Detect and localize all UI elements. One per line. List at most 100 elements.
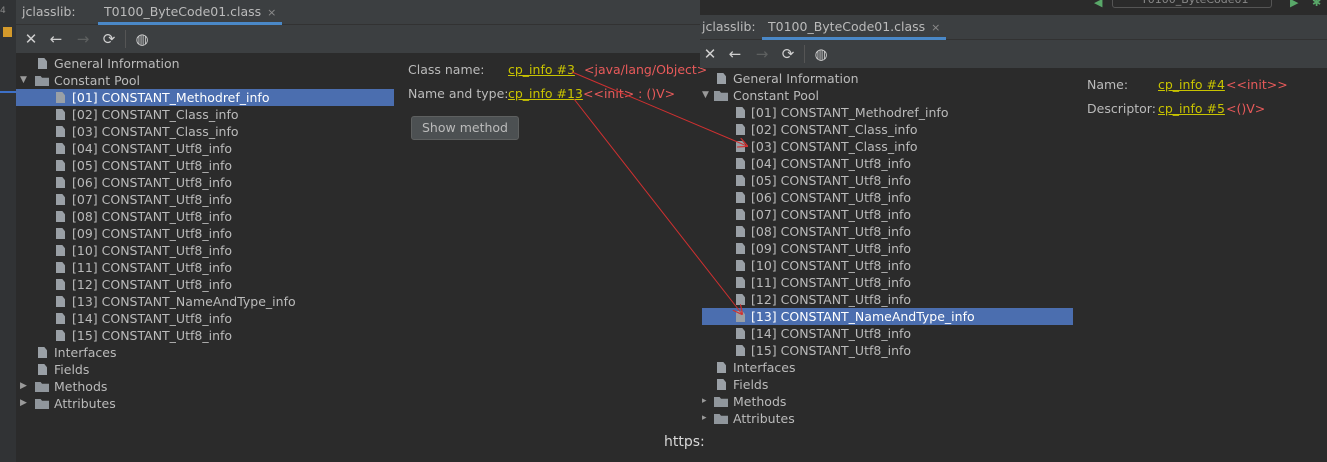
close-icon[interactable]: ✕ — [702, 46, 718, 62]
tree-item-constant-pool-2[interactable]: [02] CONSTANT_Class_info — [16, 106, 396, 123]
folder-icon — [35, 76, 49, 86]
tree-item-label: Constant Pool — [54, 73, 141, 88]
tree-item-constant-pool-12[interactable]: [12] CONSTANT_Utf8_info — [700, 291, 1073, 308]
tree-fields[interactable]: Fields — [16, 361, 396, 378]
tree-item-constant-pool-15[interactable]: [15] CONSTANT_Utf8_info — [16, 327, 396, 344]
tree-item-constant-pool-10[interactable]: [10] CONSTANT_Utf8_info — [700, 257, 1073, 274]
tree-item-constant-pool-3[interactable]: [03] CONSTANT_Class_info — [16, 123, 396, 140]
tree-item-label: [06] CONSTANT_Utf8_info — [72, 175, 233, 190]
folder-icon — [714, 414, 728, 424]
expand-arrow-icon[interactable]: ▼ — [20, 72, 30, 89]
debug-icon[interactable]: ✱ — [1312, 0, 1321, 9]
tree-methods[interactable]: ▶ Methods — [16, 378, 396, 395]
tree-fields[interactable]: Fields — [700, 376, 1073, 393]
tree-item-constant-pool-13[interactable]: [13] CONSTANT_NameAndType_info — [702, 308, 1073, 325]
back-arrow-icon[interactable]: ← — [727, 46, 743, 62]
left-tab-bar: jclasslib: T0100_ByteCode01.class × — [16, 0, 700, 25]
tree-item-label: [04] CONSTANT_Utf8_info — [751, 156, 912, 171]
tree-item-label: [14] CONSTANT_Utf8_info — [751, 326, 912, 341]
web-icon[interactable]: ◍ — [134, 31, 150, 47]
tree-attributes[interactable]: ▶ Attributes — [16, 395, 396, 412]
close-tab-icon[interactable]: × — [931, 21, 940, 34]
file-icon — [717, 362, 726, 373]
file-icon — [736, 243, 745, 254]
refresh-icon[interactable]: ⟳ — [101, 31, 117, 47]
tree-item-constant-pool-7[interactable]: [07] CONSTANT_Utf8_info — [16, 191, 396, 208]
file-icon — [38, 364, 47, 375]
tree-item-constant-pool-4[interactable]: [04] CONSTANT_Utf8_info — [16, 140, 396, 157]
tree-item-constant-pool-3[interactable]: [03] CONSTANT_Class_info — [700, 138, 1073, 155]
file-icon — [736, 311, 745, 322]
tree-item-constant-pool-1[interactable]: [01] CONSTANT_Methodref_info — [16, 89, 394, 106]
folder-icon — [35, 399, 49, 409]
tree-item-constant-pool-1[interactable]: [01] CONSTANT_Methodref_info — [700, 104, 1073, 121]
file-icon — [736, 277, 745, 288]
tree-item-constant-pool-11[interactable]: [11] CONSTANT_Utf8_info — [700, 274, 1073, 291]
tree-constant-pool[interactable]: ▼ Constant Pool — [16, 72, 396, 89]
tree-item-constant-pool-12[interactable]: [12] CONSTANT_Utf8_info — [16, 276, 396, 293]
tree-item-constant-pool-10[interactable]: [10] CONSTANT_Utf8_info — [16, 242, 396, 259]
run-configuration-select[interactable]: T0100_ByteCode01 — [1112, 0, 1272, 8]
file-icon — [56, 245, 65, 256]
tree-item-label: [10] CONSTANT_Utf8_info — [751, 258, 912, 273]
tree-item-constant-pool-6[interactable]: [06] CONSTANT_Utf8_info — [700, 189, 1073, 206]
tree-item-label: [14] CONSTANT_Utf8_info — [72, 311, 233, 326]
tree-item-label: [12] CONSTANT_Utf8_info — [751, 292, 912, 307]
left-file-tab[interactable]: T0100_ByteCode01.class × — [98, 0, 283, 25]
right-file-tab[interactable]: T0100_ByteCode01.class × — [762, 15, 947, 40]
tree-item-constant-pool-11[interactable]: [11] CONSTANT_Utf8_info — [16, 259, 396, 276]
tree-item-constant-pool-8[interactable]: [08] CONSTANT_Utf8_info — [700, 223, 1073, 240]
tree-interfaces[interactable]: Interfaces — [16, 344, 396, 361]
folder-icon — [714, 397, 728, 407]
tree-item-constant-pool-4[interactable]: [04] CONSTANT_Utf8_info — [700, 155, 1073, 172]
tree-item-label: Attributes — [733, 411, 795, 426]
descriptor-link[interactable]: cp_info #5 — [1158, 101, 1225, 116]
tree-item-constant-pool-14[interactable]: [14] CONSTANT_Utf8_info — [16, 310, 396, 327]
tree-item-constant-pool-9[interactable]: [09] CONSTANT_Utf8_info — [700, 240, 1073, 257]
tree-item-label: [02] CONSTANT_Class_info — [751, 122, 918, 137]
forward-arrow-icon[interactable]: → — [75, 31, 91, 47]
collapse-arrow-icon[interactable]: ▶ — [20, 395, 30, 412]
close-tab-icon[interactable]: × — [267, 6, 276, 19]
tree-general-information[interactable]: General Information — [700, 70, 1073, 87]
tree-item-constant-pool-5[interactable]: [05] CONSTANT_Utf8_info — [16, 157, 396, 174]
tree-item-constant-pool-2[interactable]: [02] CONSTANT_Class_info — [700, 121, 1073, 138]
tree-item-constant-pool-15[interactable]: [15] CONSTANT_Utf8_info — [700, 342, 1073, 359]
show-method-button[interactable]: Show method — [411, 116, 519, 140]
file-icon — [56, 143, 65, 154]
forward-arrow-icon[interactable]: → — [754, 46, 770, 62]
web-icon[interactable]: ◍ — [813, 46, 829, 62]
name-and-type-link[interactable]: cp_info #13 — [508, 86, 583, 101]
line-number: 4 — [0, 6, 6, 16]
tree-interfaces[interactable]: Interfaces — [700, 359, 1073, 376]
file-icon — [736, 175, 745, 186]
collapse-arrow-icon[interactable]: ▸ — [702, 410, 712, 427]
collapse-arrow-icon[interactable]: ▸ — [702, 393, 712, 410]
tree-item-constant-pool-7[interactable]: [07] CONSTANT_Utf8_info — [700, 206, 1073, 223]
tree-attributes[interactable]: ▸ Attributes — [700, 410, 1073, 427]
back-arrow-icon[interactable]: ◀ — [1094, 0, 1102, 9]
tree-item-label: [01] CONSTANT_Methodref_info — [751, 105, 949, 120]
file-icon — [736, 260, 745, 271]
expand-arrow-icon[interactable]: ▼ — [702, 87, 712, 104]
refresh-icon[interactable]: ⟳ — [780, 46, 796, 62]
tree-item-constant-pool-14[interactable]: [14] CONSTANT_Utf8_info — [700, 325, 1073, 342]
tree-methods[interactable]: ▸ Methods — [700, 393, 1073, 410]
back-arrow-icon[interactable]: ← — [48, 31, 64, 47]
tree-item-constant-pool-5[interactable]: [05] CONSTANT_Utf8_info — [700, 172, 1073, 189]
class-name-link[interactable]: cp_info #3 — [508, 62, 575, 77]
file-icon — [736, 124, 745, 135]
name-link[interactable]: cp_info #4 — [1158, 77, 1225, 92]
tree-item-constant-pool-6[interactable]: [06] CONSTANT_Utf8_info — [16, 174, 396, 191]
right-toolbar: ✕ ← → ⟳ ◍ — [700, 40, 1327, 68]
close-icon[interactable]: ✕ — [23, 31, 39, 47]
collapse-arrow-icon[interactable]: ▶ — [20, 378, 30, 395]
run-icon[interactable]: ▶ — [1290, 0, 1298, 9]
tree-item-constant-pool-9[interactable]: [09] CONSTANT_Utf8_info — [16, 225, 396, 242]
tree-constant-pool[interactable]: ▼ Constant Pool — [700, 87, 1073, 104]
file-icon — [56, 262, 65, 273]
tree-item-constant-pool-8[interactable]: [08] CONSTANT_Utf8_info — [16, 208, 396, 225]
tree-item-constant-pool-13[interactable]: [13] CONSTANT_NameAndType_info — [16, 293, 396, 310]
file-icon — [56, 160, 65, 171]
tree-general-information[interactable]: General Information — [16, 55, 396, 72]
